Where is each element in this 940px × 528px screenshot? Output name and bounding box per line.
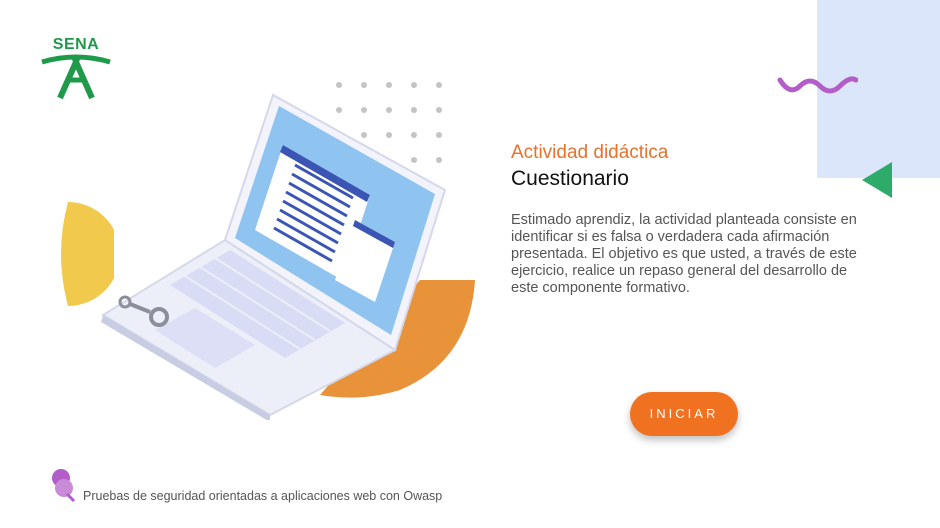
logo-text: SENA [52, 36, 100, 53]
pin-icon [52, 469, 76, 502]
activity-subtitle: Actividad didáctica [511, 142, 669, 163]
start-button[interactable]: INICIAR [630, 392, 738, 436]
activity-description: Estimado aprendiz, la actividad plantead… [511, 212, 857, 296]
activity-title: Cuestionario [511, 167, 629, 190]
wave-decoration [777, 76, 858, 94]
triangle-decoration [862, 162, 892, 198]
course-name: Pruebas de seguridad orientadas a aplica… [83, 489, 443, 503]
laptop-illustration [101, 93, 447, 420]
